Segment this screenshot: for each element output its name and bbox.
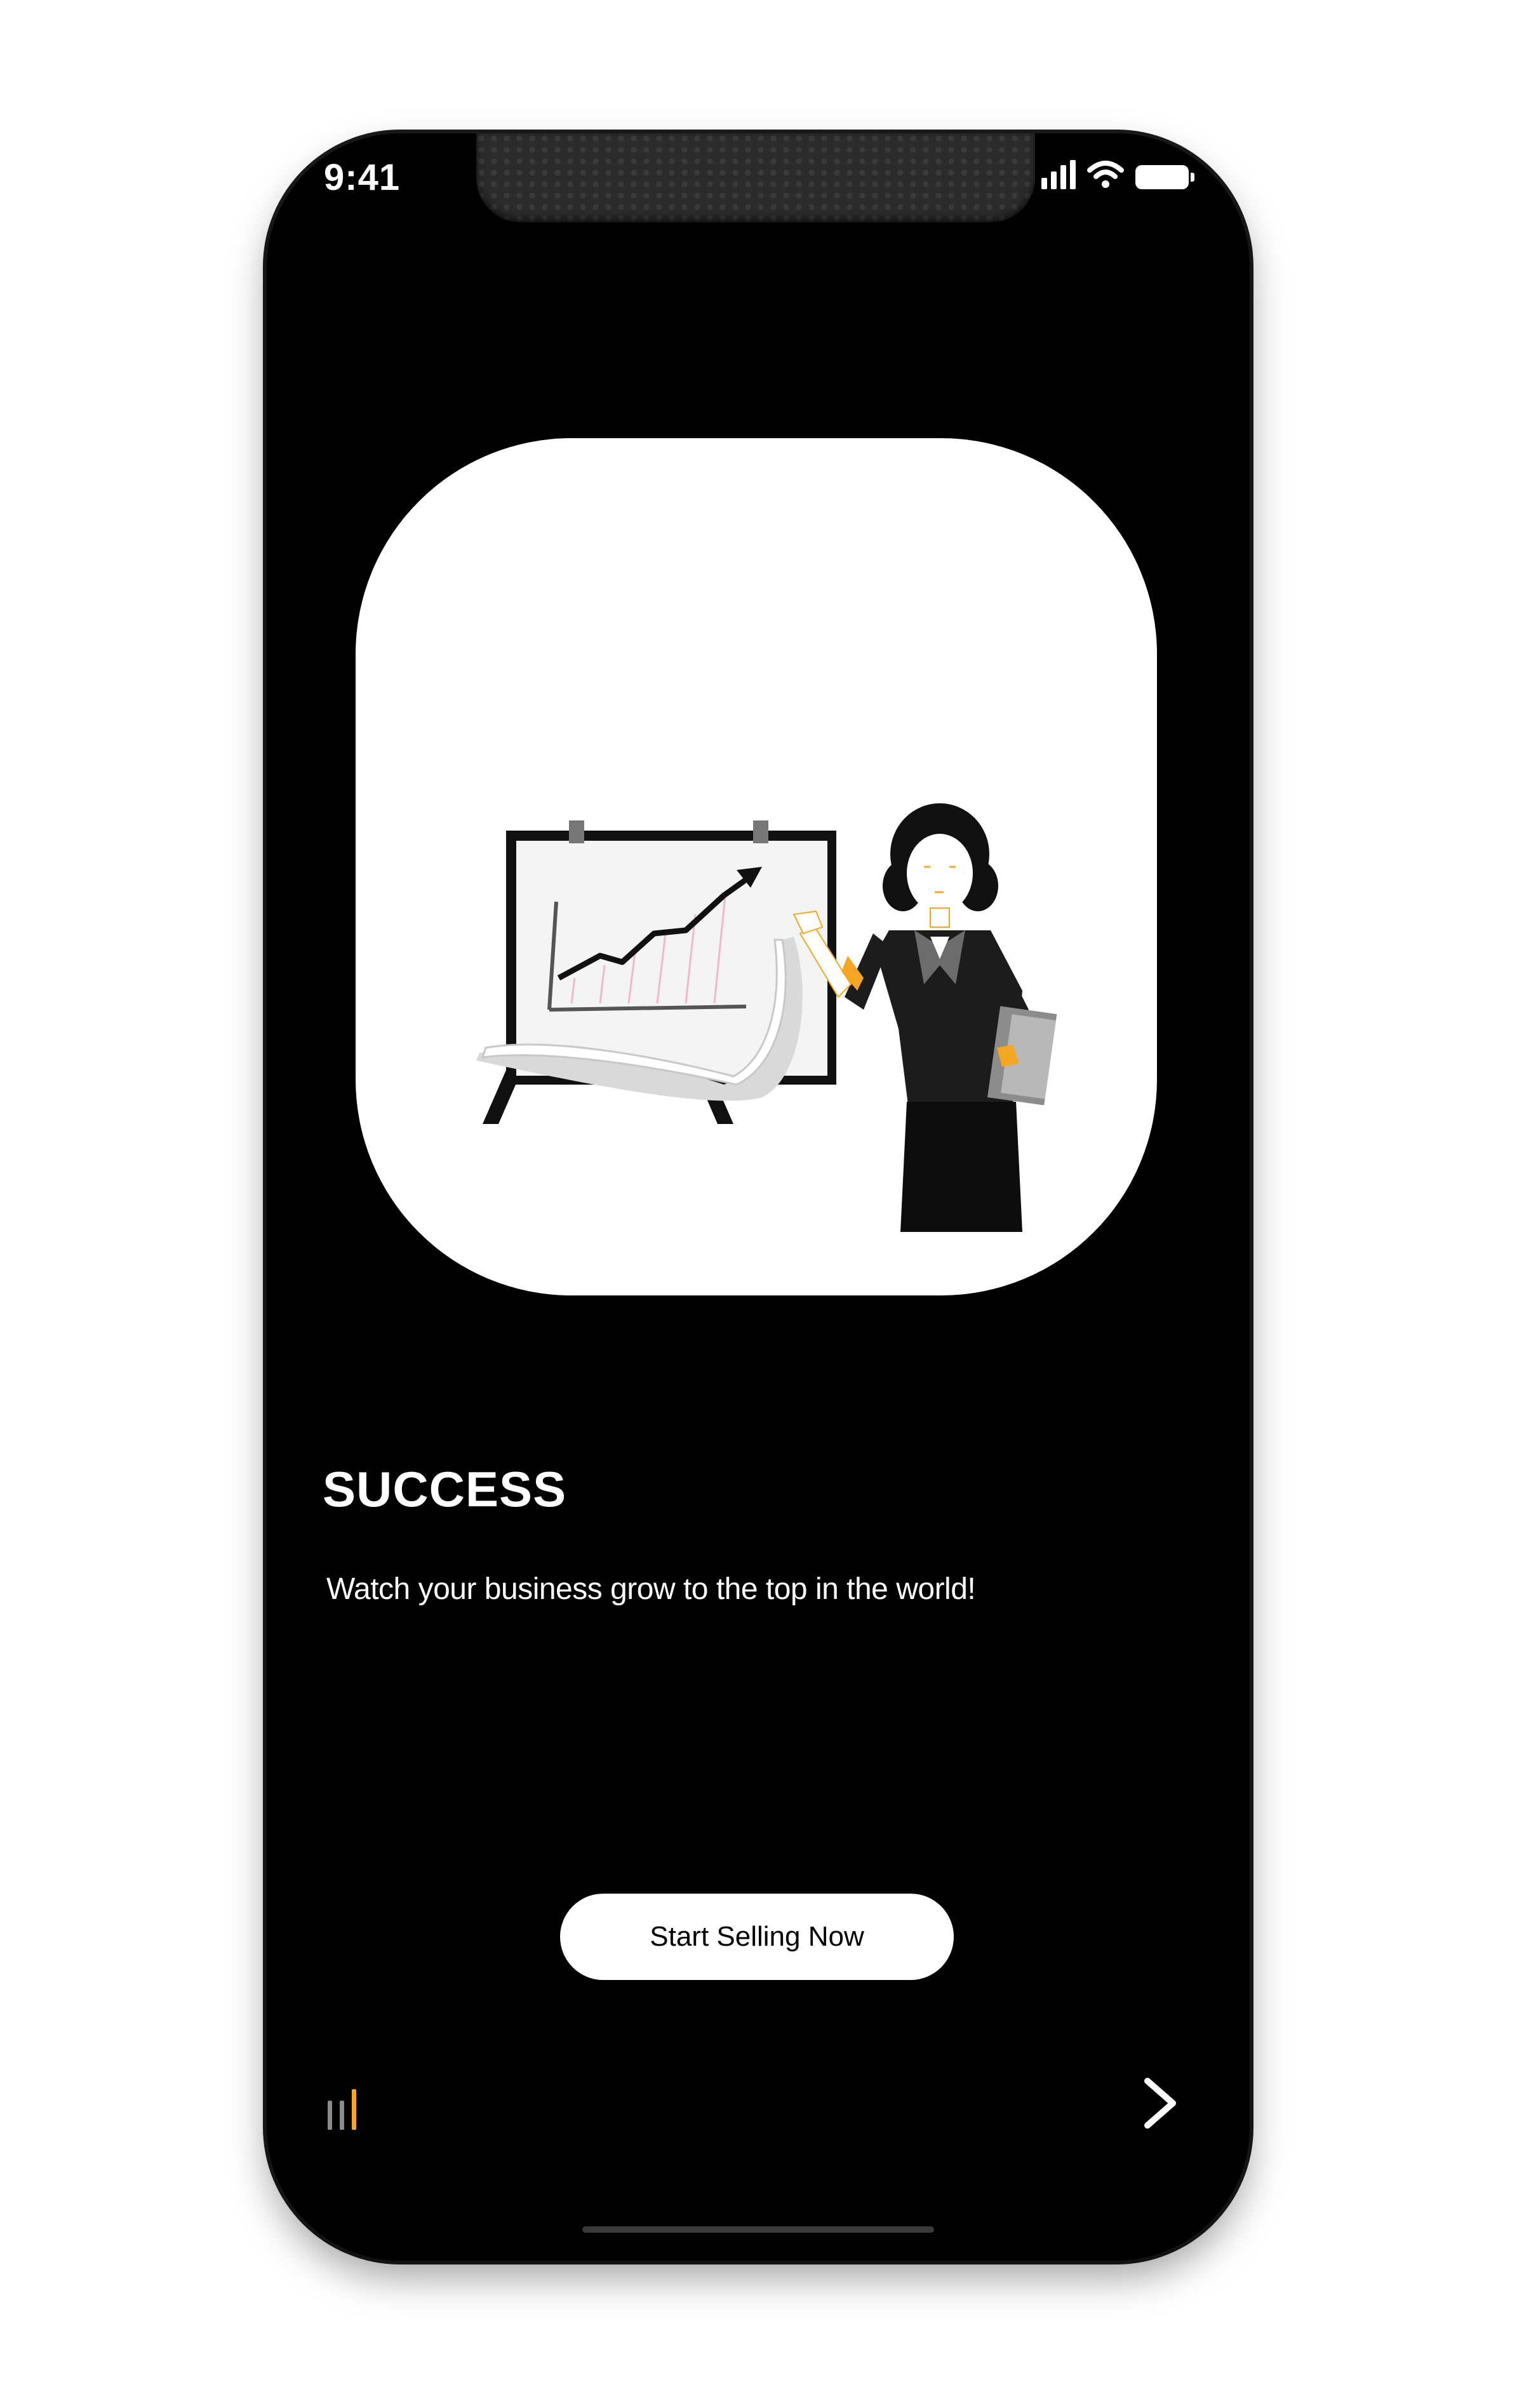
signal-icon xyxy=(1041,160,1076,189)
status-time: 9:41 xyxy=(324,157,401,198)
phone-frame: 9:41 SUCCESS Watch your business grow to… xyxy=(267,133,1250,2261)
page-dot-1 xyxy=(328,2101,332,2130)
page-dot-3 xyxy=(352,2089,356,2130)
page-indicator xyxy=(328,2089,356,2130)
presentation-chart-illustration xyxy=(476,803,1057,1232)
home-indicator xyxy=(582,2226,934,2233)
notch xyxy=(476,133,1035,222)
status-icons xyxy=(1041,160,1194,189)
page-description: Watch your business grow to the top in t… xyxy=(326,1572,976,1606)
start-selling-button[interactable]: Start Selling Now xyxy=(560,1894,954,1980)
screen: 9:41 SUCCESS Watch your business grow to… xyxy=(0,0,1524,2408)
battery-icon xyxy=(1135,165,1194,189)
chevron-right-icon[interactable] xyxy=(1132,2071,1189,2135)
illustration-card xyxy=(356,438,1157,1295)
page-title: SUCCESS xyxy=(323,1461,567,1517)
wifi-icon xyxy=(1087,161,1124,188)
page-dot-2 xyxy=(340,2101,344,2130)
